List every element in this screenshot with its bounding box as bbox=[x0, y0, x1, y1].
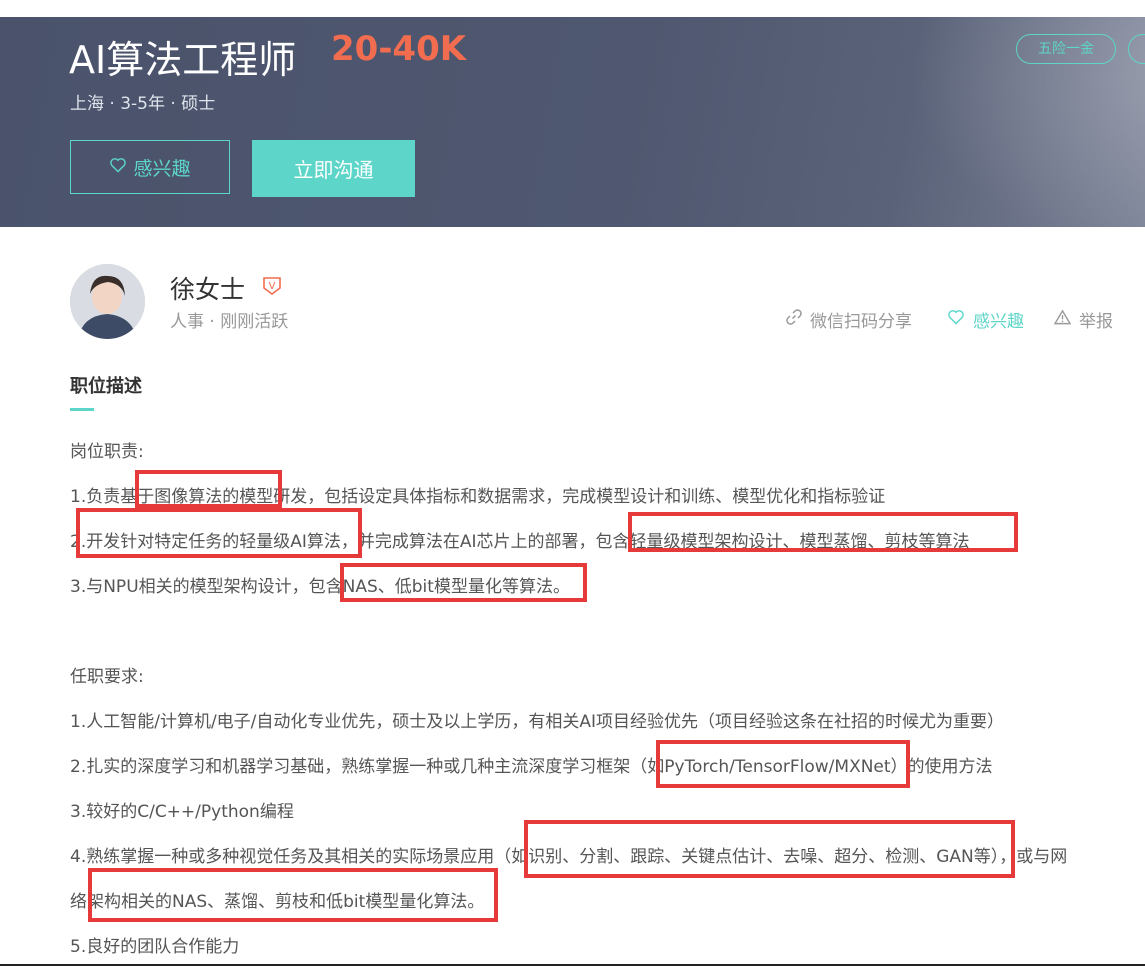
section-title: 职位描述 bbox=[70, 376, 142, 397]
description-line: 络架构相关的NAS、蒸馏、剪枝和低bit模型量化算法。 bbox=[70, 892, 485, 912]
warning-icon bbox=[1053, 309, 1072, 330]
description-line: 3.与NPU相关的模型架构设计，包含NAS、低bit模型量化等算法。 bbox=[70, 577, 570, 597]
section-underline bbox=[70, 408, 94, 411]
description-line: 任职要求: bbox=[70, 667, 144, 687]
interest-button[interactable]: 感兴趣 bbox=[70, 140, 230, 194]
like-button[interactable]: 感兴趣 bbox=[947, 307, 1024, 332]
description-line: 岗位职责: bbox=[70, 442, 144, 462]
heart-icon bbox=[109, 156, 127, 178]
chat-button[interactable]: 立即沟通 bbox=[252, 140, 415, 197]
interest-button-label: 感兴趣 bbox=[133, 157, 191, 180]
recruiter-name: 徐女士 bbox=[170, 275, 246, 304]
report-button[interactable]: 举报 bbox=[1053, 307, 1113, 332]
description-line: 1.负责基于图像算法的模型研发，包括设定具体指标和数据需求，完成模型设计和训练、… bbox=[70, 487, 886, 507]
svg-text:V: V bbox=[269, 281, 276, 292]
share-button[interactable]: 微信扫码分享 bbox=[786, 307, 912, 332]
like-label: 感兴趣 bbox=[973, 312, 1024, 332]
job-banner: AI算法工程师 20-40K 上海 · 3-5年 · 硕士 五险一金 感兴趣 立… bbox=[0, 17, 1145, 227]
description-line: 1.人工智能/计算机/电子/自动化专业优先，硕士及以上学历，有相关AI项目经验优… bbox=[70, 712, 1005, 732]
recruiter-avatar bbox=[70, 264, 145, 339]
chat-button-label: 立即沟通 bbox=[293, 158, 374, 182]
report-label: 举报 bbox=[1079, 312, 1113, 332]
verified-badge-icon: V bbox=[262, 276, 282, 296]
heart-icon bbox=[947, 309, 965, 330]
description-line: 4.熟练掌握一种或多种视觉任务及其相关的实际场景应用（如识别、分割、跟踪、关键点… bbox=[70, 847, 1068, 867]
description-line: 2.开发针对特定任务的轻量级AI算法，并完成算法在AI芯片上的部署，包含轻量级模… bbox=[70, 532, 970, 552]
job-salary: 20-40K bbox=[331, 29, 467, 69]
description-line: 3.较好的C/C++/Python编程 bbox=[70, 802, 294, 822]
description-line: 5.良好的团队合作能力 bbox=[70, 937, 240, 957]
job-title: AI算法工程师 bbox=[69, 38, 297, 82]
link-icon bbox=[786, 309, 802, 330]
benefit-tag: 五险一金 bbox=[1016, 34, 1116, 64]
top-strip bbox=[0, 0, 1145, 17]
description-line: 2.扎实的深度学习和机器学习基础，熟练掌握一种或几种主流深度学习框架（如PyTo… bbox=[70, 757, 993, 777]
share-label: 微信扫码分享 bbox=[810, 312, 912, 332]
job-meta: 上海 · 3-5年 · 硕士 bbox=[70, 94, 216, 114]
recruiter-meta: 人事 · 刚刚活跃 bbox=[170, 312, 289, 332]
